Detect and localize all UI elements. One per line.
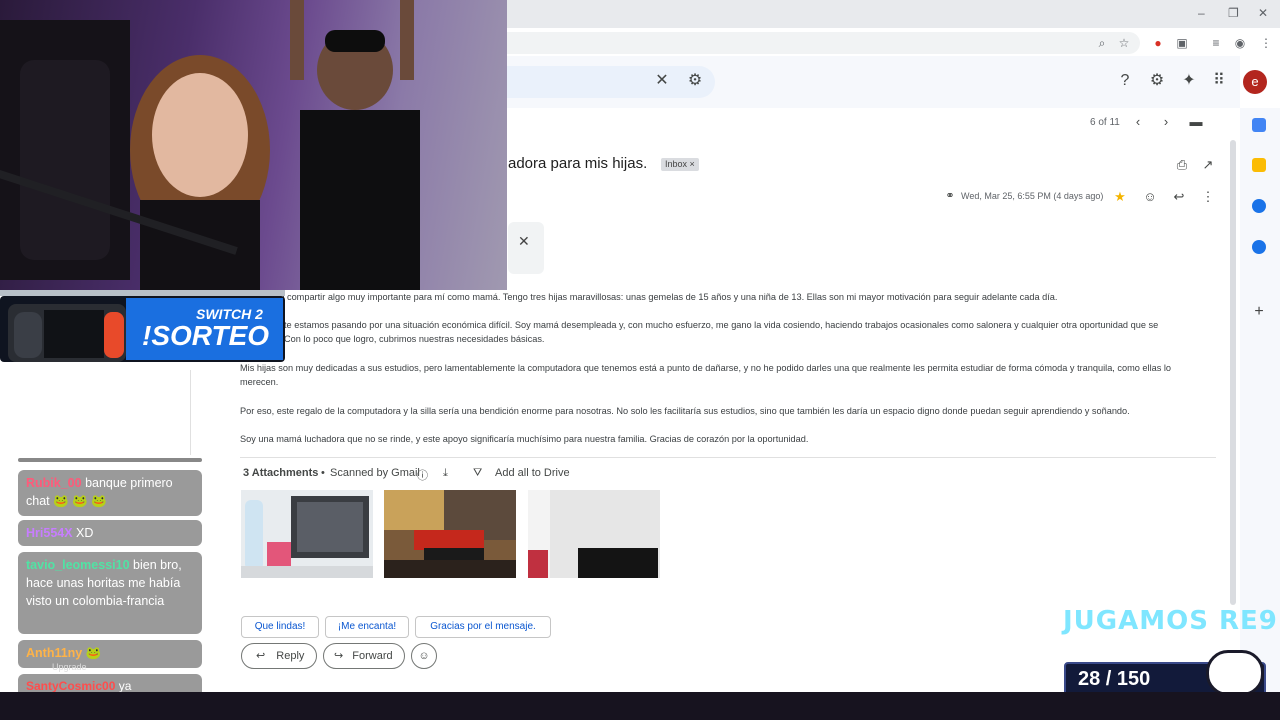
next-icon[interactable]: ›: [1158, 114, 1174, 129]
body-paragraph-3: Mis hijas son muy dedicadas a sus estudi…: [240, 363, 1172, 373]
body-paragraph-2: te estamos pasando por una situación eco…: [284, 320, 1159, 330]
close-popup-icon[interactable]: ✕: [518, 233, 530, 250]
chat-message: Hri554X XD: [18, 520, 202, 546]
browser-menu-icon[interactable]: ⋮: [1258, 35, 1274, 51]
scrollbar[interactable]: [1230, 140, 1236, 605]
clear-search-icon[interactable]: ✕: [651, 70, 673, 92]
open-new-window-icon[interactable]: ↗: [1200, 157, 1216, 173]
emoji-react-icon[interactable]: ☺: [1142, 189, 1158, 204]
chat-username: Anth11ny: [26, 646, 83, 660]
reading-list-icon[interactable]: ≡: [1208, 35, 1224, 51]
body-paragraph-4: Por eso, este regalo de la computadora y…: [240, 406, 1130, 416]
drive-add-icon[interactable]: ⛛: [473, 467, 482, 480]
attachments-count: 3 Attachments: [243, 467, 319, 479]
minimize-icon[interactable]: –: [1198, 6, 1205, 20]
smart-reply-3[interactable]: Gracias por el mensaje.: [415, 616, 551, 638]
forward-button[interactable]: ↪ Forward: [323, 643, 405, 669]
gemini-sparkle-icon[interactable]: ✦: [1178, 70, 1200, 92]
chat-username: Hri554X: [26, 526, 73, 540]
bookmark-star-icon[interactable]: ☆: [1116, 35, 1132, 51]
zoom-icon[interactable]: ⌕: [1094, 35, 1110, 51]
mascot-icon: [1206, 650, 1264, 696]
settings-gear-icon[interactable]: ⚙: [1146, 70, 1168, 92]
body-paragraph-5: Soy una mamá luchadora que no se rinde, …: [240, 434, 809, 444]
star-icon[interactable]: ★: [1112, 189, 1128, 205]
chat-username: SantyCosmic00: [26, 679, 116, 693]
account-avatar[interactable]: e: [1243, 70, 1267, 94]
email-subject: adora para mis hijas.: [508, 155, 648, 172]
inbox-label-chip[interactable]: Inbox ×: [661, 158, 699, 171]
apps-grid-icon[interactable]: ⠿: [1208, 70, 1230, 92]
keyboard-icon[interactable]: ▬: [1188, 114, 1204, 129]
reply-label: Reply: [276, 650, 305, 662]
reply-icon: ↩: [256, 650, 266, 662]
streamer-webcam: [0, 0, 507, 290]
body-paragraph-1: Hoy quiero compartir algo muy importante…: [240, 292, 1058, 302]
tasks-icon[interactable]: [1252, 199, 1266, 213]
add-addon-icon[interactable]: +: [1251, 304, 1267, 320]
keep-icon[interactable]: [1252, 158, 1266, 172]
goal-title: JUGAMOS RE9: [1063, 606, 1278, 636]
forward-icon: ↪: [334, 650, 344, 662]
calendar-icon[interactable]: [1252, 118, 1266, 132]
chat-username: Rubik_00: [26, 476, 82, 490]
close-window-icon[interactable]: ✕: [1258, 6, 1268, 20]
extension-adblock-icon[interactable]: ●: [1150, 35, 1166, 51]
more-options-icon[interactable]: ⋮: [1200, 189, 1216, 205]
bullet-separator: •: [321, 467, 325, 479]
goal-progress-text: 28 / 150: [1078, 668, 1151, 690]
download-all-icon[interactable]: ⤓: [443, 467, 448, 480]
chat-username: tavio_leomessi10: [26, 558, 130, 572]
contacts-icon[interactable]: [1252, 240, 1266, 254]
smart-reply-2[interactable]: ¡Me encanta!: [325, 616, 409, 638]
attachments-divider: [240, 457, 1216, 458]
attachment-thumbnail-3[interactable]: [528, 490, 660, 578]
scanned-by-gmail: Scanned by Gmail: [330, 467, 420, 479]
reply-arrow-icon[interactable]: ↩: [1171, 189, 1187, 205]
email-date: Wed, Mar 25, 6:55 PM (4 days ago): [961, 191, 1104, 201]
emoji-reply-button[interactable]: ☺: [411, 643, 437, 669]
help-icon[interactable]: ?: [1114, 70, 1136, 92]
previous-icon[interactable]: ‹: [1130, 114, 1146, 129]
restore-icon[interactable]: ❐: [1228, 6, 1239, 20]
giveaway-banner: SWITCH 2 !SORTEO: [0, 290, 285, 368]
stream-bottom-bar: [0, 692, 1280, 720]
chat-text: ya: [118, 679, 132, 693]
forward-label: Forward: [352, 650, 393, 662]
print-icon[interactable]: ⎙: [1174, 157, 1190, 173]
profile-icon[interactable]: ◉: [1232, 35, 1248, 51]
extensions-puzzle-icon[interactable]: ▣: [1174, 35, 1190, 51]
reply-button[interactable]: ↩ Reply: [241, 643, 317, 669]
chat-message: Rubik_00 banque primero chat 🐸 🐸 🐸: [18, 470, 202, 516]
emoji-icon: ☺: [418, 650, 430, 662]
body-paragraph-3b: merecen.: [240, 377, 279, 387]
attachment-thumbnail-1[interactable]: [241, 490, 373, 578]
pagination-count: 6 of 11: [1090, 117, 1120, 128]
info-icon[interactable]: ⓘ: [417, 467, 428, 483]
chat-upgrade-label[interactable]: Upgrade: [52, 662, 87, 672]
chat-text: 🐸: [85, 646, 102, 660]
smart-reply-1[interactable]: Que lindas!: [241, 616, 319, 638]
search-options-icon[interactable]: ⚙: [684, 70, 706, 92]
chat-message: tavio_leomessi10 bien bro, hace unas hor…: [18, 552, 202, 634]
chat-text: XD: [76, 526, 94, 540]
add-all-to-drive-button[interactable]: Add all to Drive: [495, 467, 570, 479]
attachment-clip-icon: ⚭: [945, 190, 955, 202]
inbox-label: Inbox: [665, 159, 688, 169]
body-paragraph-2b: Con lo poco que logro, cubrimos nuestras…: [284, 334, 545, 344]
giveaway-subtitle: !SORTEO: [142, 320, 270, 351]
chat-message: Anth11ny 🐸: [18, 640, 202, 668]
attachment-thumbnail-2[interactable]: [384, 490, 516, 578]
